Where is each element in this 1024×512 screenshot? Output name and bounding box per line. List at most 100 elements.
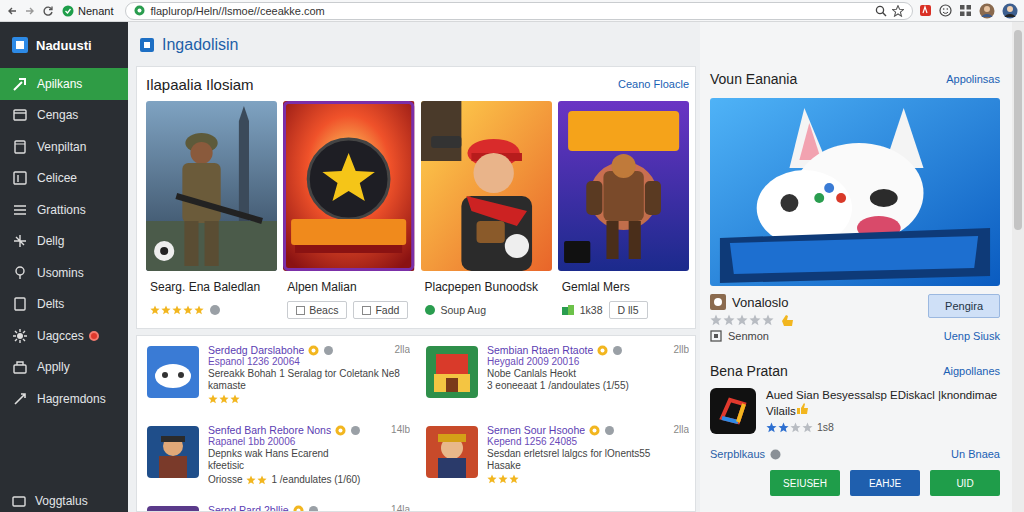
card-actions <box>146 300 277 320</box>
card-button[interactable]: D ll5 <box>609 301 648 319</box>
browser-toolbar: Nenant flaplurop/Heln//lsmoe//ceeakke.com <box>0 0 1024 22</box>
menu-icon <box>12 170 28 186</box>
app-line: kfeetisic <box>208 460 410 472</box>
hero-name-row: Vonaloslo <box>710 294 794 310</box>
sidebar-item[interactable]: Applly <box>0 352 128 384</box>
app-details: Serdedg Darslabohe2llaEspanol 1236 20064… <box>208 344 410 424</box>
address-bar[interactable]: flaplurop/Heln//lsmoe//ceeakke.com <box>125 2 913 20</box>
card-button[interactable]: Fadd <box>353 301 408 319</box>
badge-icon <box>293 505 304 512</box>
search-icon <box>875 5 887 17</box>
install-button[interactable]: Pengira <box>928 294 1000 318</box>
developer-link[interactable]: Uenp Siusk <box>944 330 1000 342</box>
app-icon <box>710 294 726 310</box>
smiley-icon <box>939 4 952 17</box>
app-card[interactable]: Alpen MalianBeacsFadd <box>283 101 414 320</box>
menu-icon <box>12 391 28 407</box>
app-time: 14la <box>391 504 410 512</box>
sidebar-item[interactable]: Usomins <box>0 257 128 289</box>
star-rating <box>208 394 240 404</box>
star-rating <box>246 475 267 485</box>
developer-name: Senmon <box>728 330 769 342</box>
panel-link[interactable]: Appolinsas <box>946 73 1000 85</box>
star-icon <box>498 474 508 484</box>
tab-title: Nenant <box>78 5 113 17</box>
see-all-link[interactable]: Ceano Floacle <box>618 78 689 90</box>
app-row[interactable]: Sembian Rtaen Rtaote2llbHeygald 2009 200… <box>426 344 689 424</box>
sidebar-footer[interactable]: Voggtalus <box>0 492 128 512</box>
app-card[interactable]: Searg. Ena Baledlan <box>146 101 277 320</box>
promo-text-row: Aued Sian Besyessalsp EDiskacl |knondima… <box>766 388 1000 418</box>
star-icon <box>219 394 229 404</box>
sidebar-item[interactable]: Hagremdons <box>0 383 128 415</box>
info-icon <box>612 345 623 356</box>
footer-label: Voggtalus <box>35 494 88 508</box>
sidebar-item[interactable]: Uagcces <box>0 320 128 352</box>
action-button[interactable]: EAHJE <box>850 470 920 496</box>
card-button[interactable]: Beacs <box>287 301 347 319</box>
sidebar-brand[interactable]: Naduusti <box>0 22 128 68</box>
hero-rating <box>710 313 794 327</box>
publisher-name: Serpblkaus <box>710 448 765 460</box>
panel-header: Voun EananiaAppolinsas <box>710 70 1000 88</box>
app-title: Sembian Rtaen Rtaote <box>487 344 593 356</box>
app-card[interactable]: Placpepen BunoodskSoup Aug <box>421 101 552 320</box>
app-row[interactable]: Senfed Barh Rebore Nons14lbRapanel 1bb 2… <box>147 424 410 504</box>
action-button[interactable]: UID <box>930 470 1000 496</box>
sidebar-item[interactable]: Venpiltan <box>0 131 128 163</box>
star-icon <box>172 305 182 315</box>
publisher[interactable]: Serpblkaus <box>710 448 781 460</box>
featured-panel: Ilapaalia Ilosiam Ceano Floacle Searg. Ena… <box>136 66 696 329</box>
info-icon <box>604 425 615 436</box>
menu-icon <box>12 233 28 249</box>
profile-icon <box>1002 3 1018 19</box>
info-icon <box>350 425 361 436</box>
app-details: Senfed Barh Rebore Nons14lbRapanel 1bb 2… <box>208 424 410 504</box>
app-header: Sembian Rtaen Rtaote 2llb <box>487 344 689 356</box>
star-icon <box>749 314 761 326</box>
info-icon <box>308 505 319 512</box>
action-button[interactable]: SEIUSEH <box>770 470 840 496</box>
app-row[interactable]: Serdedg Darslabohe2llaEspanol 1236 20064… <box>147 344 410 424</box>
app-icon <box>147 426 199 478</box>
app-image <box>283 101 414 271</box>
section-title: Ilapaalia Ilosiam <box>146 76 254 93</box>
app-line: Depnks wak Hans Ecarend <box>208 448 410 460</box>
rating-label: Oriosse <box>208 474 242 486</box>
app-details: Sembian Rtaen Rtaote2llbHeygald 2009 200… <box>487 344 689 424</box>
promo-icon <box>710 388 756 434</box>
app-line: 3 eoneeaat 1 /andoulates (1/55) <box>487 380 689 392</box>
hero-info: Vonaloslo Senmon Pengira Uenp Siusk <box>710 294 1000 342</box>
forward-icon <box>24 5 36 17</box>
sidebar-item[interactable]: Apilkans <box>0 68 128 100</box>
browser-tab[interactable]: Nenant <box>60 5 119 17</box>
sidebar-item[interactable]: Delts <box>0 289 128 321</box>
menu-icon <box>12 265 28 281</box>
promo-item[interactable]: Aued Sian Besyessalsp EDiskacl |knondima… <box>710 388 1000 434</box>
app-time: 2llb <box>673 344 689 356</box>
app-header: Serpd Pard 2bllie14la <box>208 504 410 512</box>
sidebar-item[interactable]: Celicee <box>0 163 128 195</box>
back-icon <box>6 5 18 17</box>
star-rating <box>487 474 519 484</box>
sidebar-label: Cengas <box>37 108 78 122</box>
scrollbar-thumb[interactable] <box>1014 30 1022 230</box>
hero-details: Vonaloslo Senmon <box>710 294 794 342</box>
app-row[interactable]: Serpd Pard 2bllie14la <box>147 504 410 512</box>
hero-image[interactable] <box>710 98 1000 286</box>
app-row[interactable]: Sernen Sour Hsoohe2llaKepend 1256 24085S… <box>426 424 689 504</box>
sidebar-item[interactable]: Grattions <box>0 194 128 226</box>
brand-name: Naduusti <box>36 38 92 53</box>
star-rating <box>766 422 813 433</box>
app-card[interactable]: Gemlal Mers1k38D ll5 <box>558 101 689 320</box>
scrollbar[interactable] <box>1012 22 1024 512</box>
sidebar-item[interactable]: Cengas <box>0 100 128 132</box>
button-label: SEIUSEH <box>783 478 827 489</box>
badge-icon <box>597 345 608 356</box>
sidebar-item[interactable]: Dellg <box>0 226 128 258</box>
hero-actions: Pengira Uenp Siusk <box>928 294 1000 342</box>
star-rating <box>150 305 204 315</box>
section-link[interactable]: Aigpollanes <box>943 365 1000 377</box>
app-icon <box>426 426 478 478</box>
publisher-link[interactable]: Un Bnaea <box>951 448 1000 460</box>
